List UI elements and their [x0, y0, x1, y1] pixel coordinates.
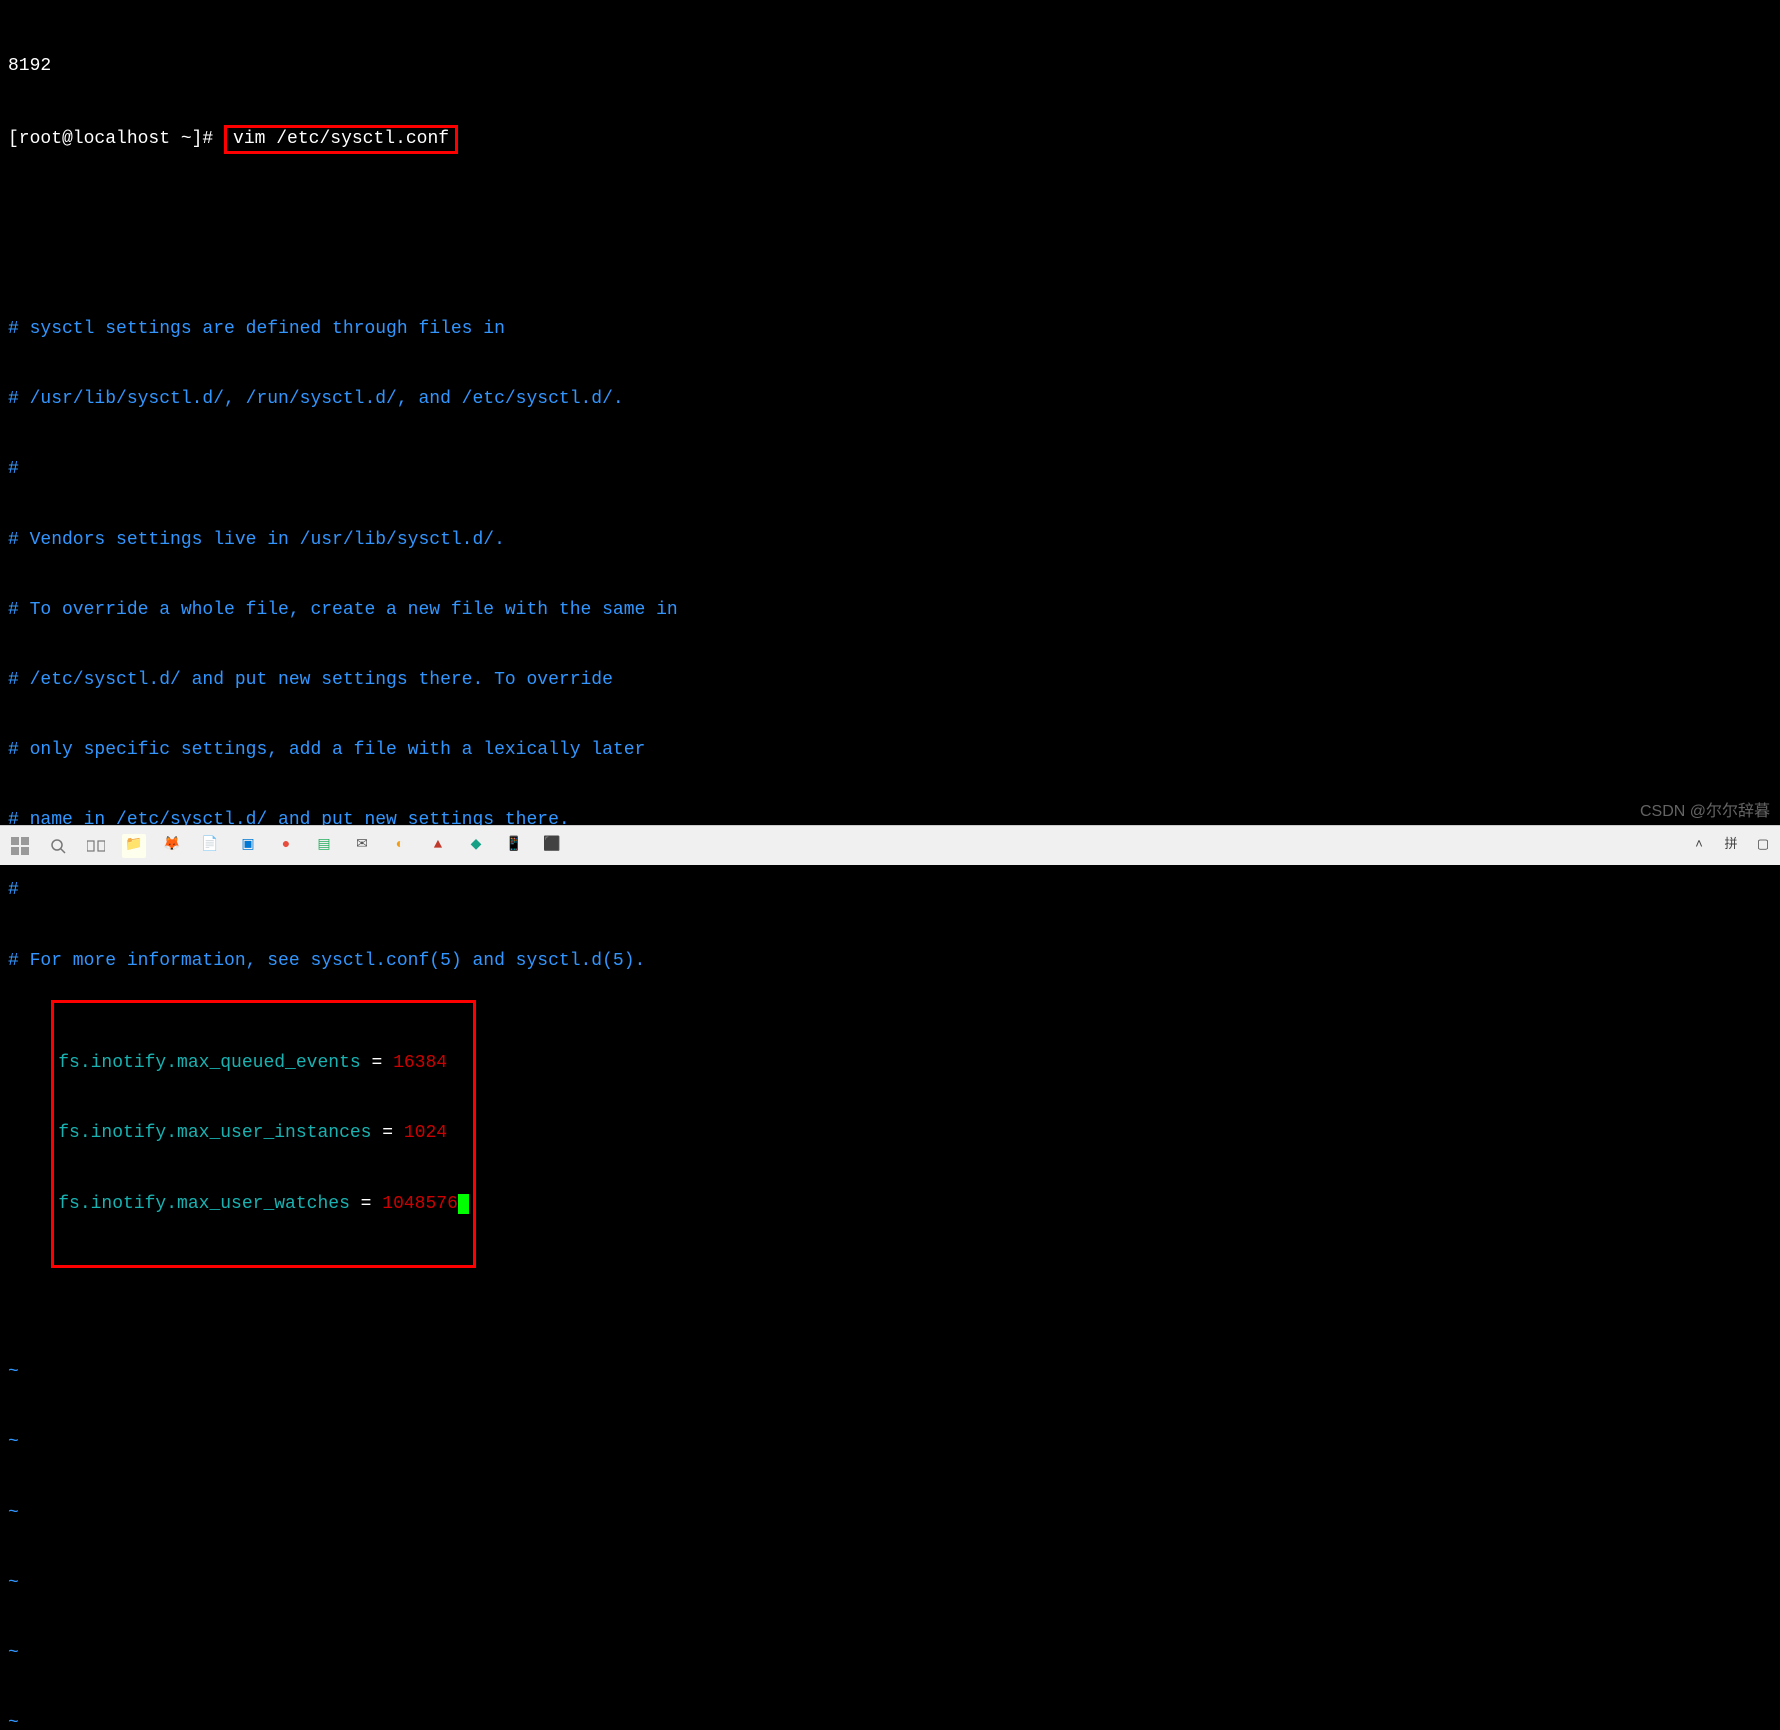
- comment-line: #: [8, 879, 1772, 902]
- file-content: # sysctl settings are defined through fi…: [8, 271, 1772, 1730]
- comment-line: # Vendors settings live in /usr/lib/sysc…: [8, 529, 1772, 552]
- comment-line: # sysctl settings are defined through fi…: [8, 318, 1772, 341]
- app-icon[interactable]: 📄: [198, 834, 222, 858]
- vim-tilde: ~: [8, 1572, 1772, 1595]
- app-icon[interactable]: 📁: [122, 834, 146, 858]
- highlighted-command: vim /etc/sysctl.conf: [224, 125, 458, 154]
- comment-line: # only specific settings, add a file wit…: [8, 739, 1772, 762]
- setting-value: 1024: [404, 1123, 447, 1143]
- app-icon[interactable]: ⬛: [540, 834, 564, 858]
- setting-key: fs.inotify.max_queued_events: [58, 1053, 360, 1073]
- app-icon[interactable]: ●: [274, 834, 298, 858]
- vim-tilde: ~: [8, 1361, 1772, 1384]
- app-icon[interactable]: ◆: [464, 834, 488, 858]
- setting-key: fs.inotify.max_user_instances: [58, 1123, 371, 1143]
- vim-tilde: ~: [8, 1712, 1772, 1730]
- vim-tilde: ~: [8, 1642, 1772, 1665]
- app-icon[interactable]: ◐: [388, 834, 412, 858]
- vim-tilde: ~: [8, 1431, 1772, 1454]
- comment-line: # For more information, see sysctl.conf(…: [8, 950, 1772, 973]
- setting-line: fs.inotify.max_user_watches = 1048576: [58, 1193, 469, 1216]
- blank-line: [8, 1291, 1772, 1314]
- comment-line: # /usr/lib/sysctl.d/, /run/sysctl.d/, an…: [8, 388, 1772, 411]
- setting-value: 1048576: [382, 1194, 458, 1214]
- search-icon: [50, 838, 66, 854]
- app-icon[interactable]: ▲: [426, 834, 450, 858]
- cursor: [458, 1194, 469, 1214]
- taskbar[interactable]: 📁 🦊 📄 ▣ ● ▤ ✉ ◐ ▲ ◆ 📱 ⬛ ˄ 拼 ▢: [0, 825, 1780, 865]
- tray-notification-icon[interactable]: ▢: [1754, 838, 1772, 854]
- vim-tilde: ~: [8, 1502, 1772, 1525]
- app-icon[interactable]: ✉: [350, 834, 374, 858]
- output-number: 8192: [8, 55, 1772, 78]
- setting-line: fs.inotify.max_queued_events = 16384: [58, 1052, 469, 1075]
- tray-chevron[interactable]: ˄: [1690, 838, 1708, 854]
- comment-line: #: [8, 458, 1772, 481]
- tray-input-icon[interactable]: 拼: [1722, 838, 1740, 854]
- app-icon[interactable]: 🦊: [160, 834, 184, 858]
- task-view-icon: [87, 839, 105, 853]
- prompt-line: [root@localhost ~]# vim /etc/sysctl.conf: [8, 125, 1772, 154]
- setting-line: fs.inotify.max_user_instances = 1024: [58, 1122, 469, 1145]
- app-icon[interactable]: 📱: [502, 834, 526, 858]
- setting-eq: =: [361, 1053, 393, 1073]
- setting-eq: =: [371, 1123, 403, 1143]
- shell-prompt: [root@localhost ~]#: [8, 129, 224, 149]
- app-icon[interactable]: ▣: [236, 834, 260, 858]
- watermark: CSDN @尔尔辞暮: [1640, 802, 1770, 823]
- blank-line: [8, 201, 1772, 224]
- setting-eq: =: [350, 1194, 382, 1214]
- search-button[interactable]: [46, 834, 70, 858]
- setting-value: 16384: [393, 1053, 447, 1073]
- setting-key: fs.inotify.max_user_watches: [58, 1194, 350, 1214]
- app-icon[interactable]: ▤: [312, 834, 336, 858]
- highlighted-settings: fs.inotify.max_queued_events = 16384 fs.…: [51, 1000, 476, 1267]
- comment-line: # /etc/sysctl.d/ and put new settings th…: [8, 669, 1772, 692]
- start-button[interactable]: [8, 834, 32, 858]
- terminal-output[interactable]: 8192 [root@localhost ~]# vim /etc/sysctl…: [0, 0, 1780, 1730]
- comment-line: # To override a whole file, create a new…: [8, 599, 1772, 622]
- task-view-button[interactable]: [84, 834, 108, 858]
- windows-icon: [11, 837, 29, 855]
